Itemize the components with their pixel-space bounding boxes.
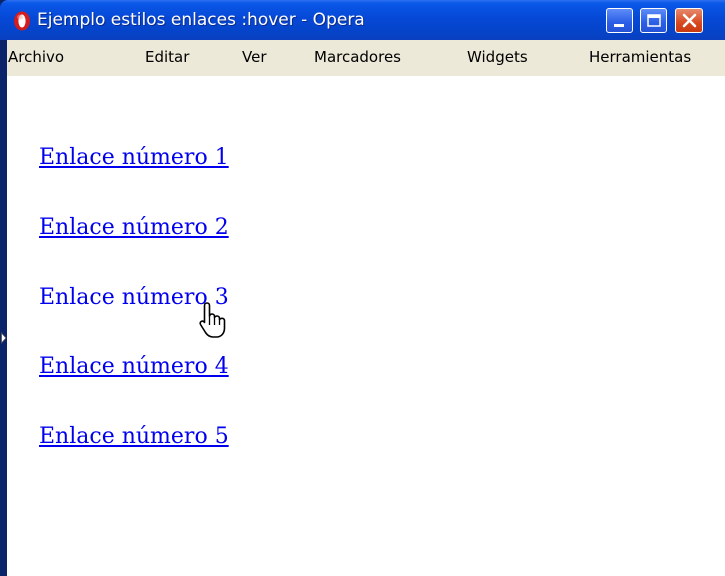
title-bar[interactable]: Ejemplo estilos enlaces :hover - Opera bbox=[0, 0, 725, 40]
close-icon bbox=[682, 13, 697, 28]
menu-ver[interactable]: Ver bbox=[242, 48, 267, 66]
link-5[interactable]: Enlace número 5 bbox=[39, 424, 229, 449]
window-title: Ejemplo estilos enlaces :hover - Opera bbox=[37, 10, 365, 30]
minimize-icon bbox=[614, 24, 624, 27]
minimize-button[interactable] bbox=[606, 8, 633, 33]
maximize-icon bbox=[647, 14, 661, 27]
menu-widgets[interactable]: Widgets bbox=[467, 48, 528, 66]
browser-window: Ejemplo estilos enlaces :hover - Opera A… bbox=[0, 0, 725, 576]
maximize-button[interactable] bbox=[640, 8, 667, 33]
link-4[interactable]: Enlace número 4 bbox=[39, 354, 229, 379]
panel-toggle-arrow-icon[interactable] bbox=[1, 332, 7, 344]
opera-logo-icon bbox=[14, 11, 30, 31]
menu-marcadores[interactable]: Marcadores bbox=[314, 48, 401, 66]
hand-pointer-cursor-icon bbox=[199, 302, 226, 338]
link-1[interactable]: Enlace número 1 bbox=[39, 145, 229, 170]
menu-archivo[interactable]: Archivo bbox=[8, 48, 64, 66]
menu-editar[interactable]: Editar bbox=[145, 48, 189, 66]
link-2[interactable]: Enlace número 2 bbox=[39, 215, 229, 240]
close-button[interactable] bbox=[675, 8, 703, 33]
menu-herramientas[interactable]: Herramientas bbox=[589, 48, 691, 66]
menu-bar: Archivo Editar Ver Marcadores Widgets He… bbox=[7, 40, 725, 76]
